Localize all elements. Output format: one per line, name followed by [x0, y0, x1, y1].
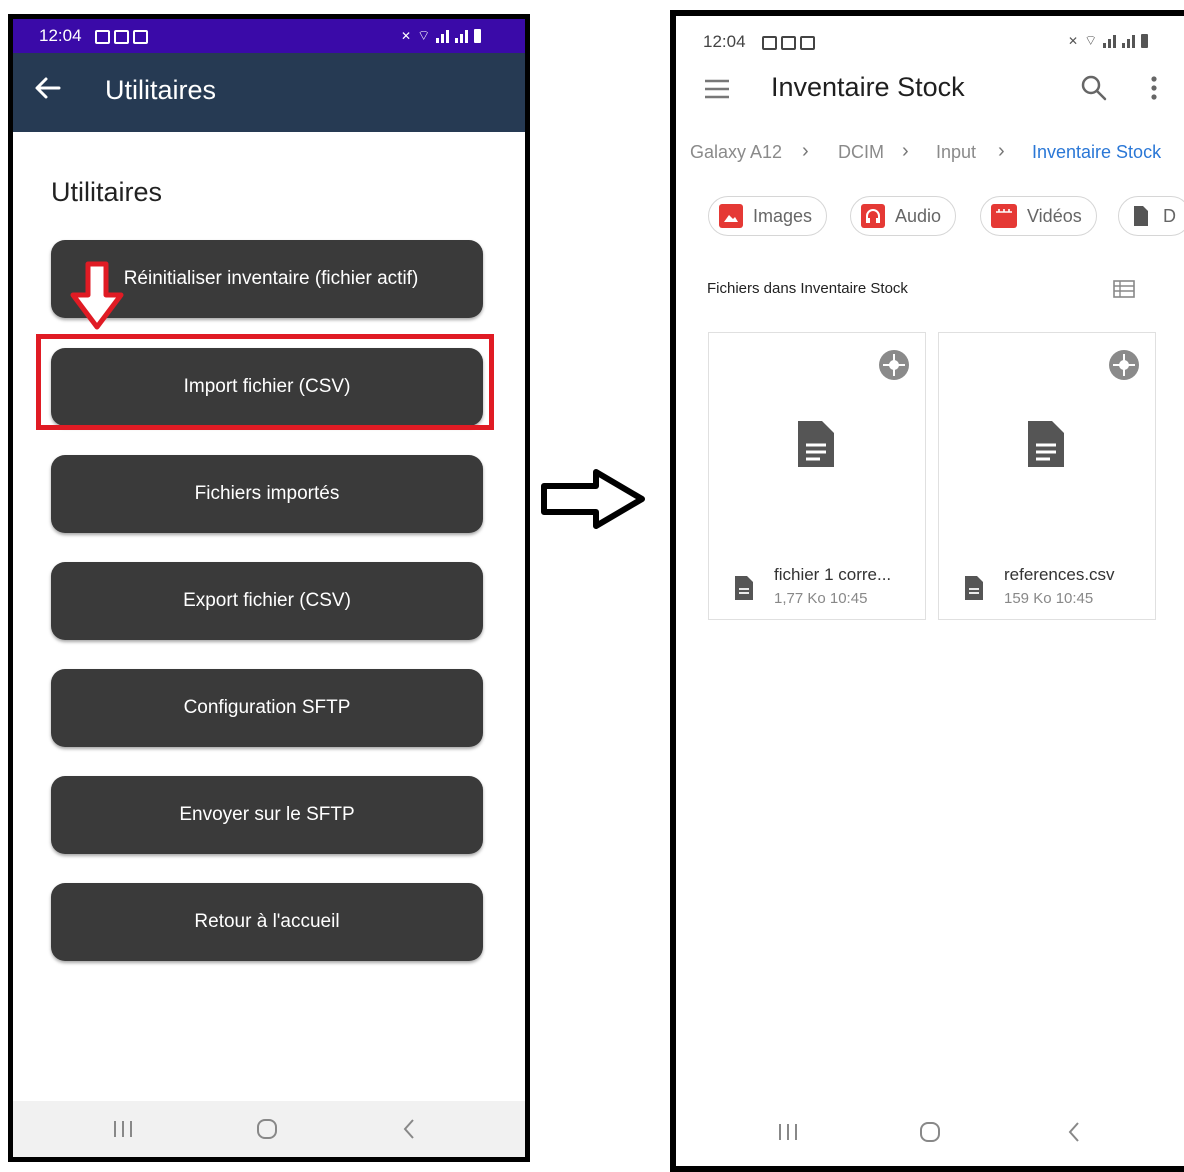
imported-files-button[interactable]: Fichiers importés — [51, 455, 483, 533]
page-title: Utilitaires — [51, 177, 163, 207]
file-card[interactable]: references.csv 159 Ko 10:45 — [938, 332, 1156, 620]
home-nav-icon[interactable] — [910, 1114, 950, 1150]
system-icons: ✕ ⌔ — [1068, 32, 1149, 50]
export-csv-label: Export fichier (CSV) — [183, 590, 351, 611]
recents-icon[interactable] — [768, 1114, 808, 1150]
chip-images[interactable]: Images — [708, 196, 828, 236]
right-phone-screen: 12:04 ✕ ⌔ Inventaire Stock Galaxy A12 › … — [670, 10, 1184, 1172]
status-bar: 12:04 ✕ ⌔ — [13, 19, 525, 53]
file-meta: 1,77 Ko 10:45 — [774, 590, 868, 607]
chip-videos[interactable]: Vidéos — [980, 196, 1097, 236]
signal-icon — [436, 29, 450, 43]
screen-title: Inventaire Stock — [771, 72, 965, 102]
chevron-right-icon: › — [902, 140, 909, 162]
video-icon — [991, 204, 1017, 228]
select-icon[interactable] — [877, 348, 911, 382]
left-phone-screen: 12:04 ✕ ⌔ Utilitaires Utilitaires Réinit… — [8, 14, 530, 1162]
signal-icon-2 — [1122, 34, 1136, 48]
app-bar-title: Utilitaires — [105, 75, 217, 105]
app-icon — [114, 29, 129, 44]
down-arrow-icon — [69, 261, 125, 331]
file-icon — [795, 419, 837, 469]
highlight-box — [36, 334, 494, 430]
file-name: references.csv — [1004, 565, 1115, 584]
chip-audio[interactable]: Audio — [850, 196, 957, 236]
breadcrumb-inventaire-stock[interactable]: Inventaire Stock — [1032, 142, 1161, 163]
file-type-icon — [963, 575, 985, 601]
message-icon — [133, 29, 148, 44]
home-label: Retour à l'accueil — [194, 911, 340, 932]
notification-icons — [758, 34, 815, 52]
chevron-right-icon: › — [998, 140, 1005, 162]
back-nav-icon[interactable] — [389, 1111, 429, 1147]
send-sftp-button[interactable]: Envoyer sur le SFTP — [51, 776, 483, 854]
files-section-header: Fichiers dans Inventaire Stock — [707, 280, 908, 297]
status-time: 12:04 — [39, 26, 82, 45]
battery-icon — [1141, 34, 1149, 48]
list-view-icon[interactable] — [1112, 278, 1136, 300]
gallery-icon — [95, 29, 110, 44]
breadcrumb-dcim[interactable]: DCIM — [838, 142, 884, 163]
right-arrow-icon — [540, 468, 648, 530]
app-bar: Utilitaires — [13, 53, 525, 132]
home-nav-icon[interactable] — [247, 1111, 287, 1147]
send-sftp-label: Envoyer sur le SFTP — [179, 804, 355, 825]
headphones-icon — [861, 204, 885, 228]
search-icon[interactable] — [1080, 74, 1108, 102]
breadcrumb-galaxy-a12[interactable]: Galaxy A12 — [690, 142, 782, 163]
chip-audio-label: Audio — [895, 205, 942, 226]
chip-images-label: Images — [753, 205, 813, 226]
sftp-config-button[interactable]: Configuration SFTP — [51, 669, 483, 747]
back-arrow-icon[interactable] — [33, 73, 63, 103]
recents-icon[interactable] — [103, 1111, 143, 1147]
mute-icon: ✕ — [401, 29, 412, 43]
select-icon[interactable] — [1107, 348, 1141, 382]
wifi-icon: ⌔ — [417, 27, 431, 43]
file-name: fichier 1 corre... — [774, 565, 892, 584]
document-icon — [1129, 204, 1153, 228]
chevron-right-icon: › — [802, 140, 809, 162]
more-options-icon[interactable] — [1148, 74, 1160, 102]
message-icon — [800, 35, 815, 50]
breadcrumb-input[interactable]: Input — [936, 142, 976, 163]
breadcrumb: Galaxy A12 › DCIM › Input › Inventaire S… — [690, 140, 1184, 170]
system-icons: ✕ ⌔ — [401, 27, 482, 45]
app-icon — [781, 35, 796, 50]
wifi-icon: ⌔ — [1084, 32, 1098, 48]
file-meta: 159 Ko 10:45 — [1004, 590, 1094, 607]
notification-icons — [91, 28, 148, 46]
back-nav-icon[interactable] — [1054, 1114, 1094, 1150]
mute-icon: ✕ — [1068, 34, 1079, 48]
reset-inventory-label: Réinitialiser inventaire (fichier actif) — [123, 268, 419, 289]
home-button[interactable]: Retour à l'accueil — [51, 883, 483, 961]
battery-icon — [474, 29, 482, 43]
image-icon — [719, 204, 743, 228]
chip-videos-label: Vidéos — [1027, 205, 1082, 226]
menu-icon[interactable] — [702, 76, 732, 102]
chip-documents[interactable]: D — [1118, 196, 1184, 236]
navigation-bar — [13, 1101, 525, 1157]
sftp-config-label: Configuration SFTP — [183, 697, 351, 718]
status-time: 12:04 — [703, 32, 746, 51]
chip-documents-label: D — [1163, 205, 1176, 226]
imported-files-label: Fichiers importés — [194, 483, 340, 504]
signal-icon-2 — [455, 29, 469, 43]
file-card[interactable]: fichier 1 corre... 1,77 Ko 10:45 — [708, 332, 926, 620]
file-type-icon — [733, 575, 755, 601]
export-csv-button[interactable]: Export fichier (CSV) — [51, 562, 483, 640]
signal-icon — [1103, 34, 1117, 48]
gallery-icon — [762, 35, 777, 50]
file-icon — [1025, 419, 1067, 469]
